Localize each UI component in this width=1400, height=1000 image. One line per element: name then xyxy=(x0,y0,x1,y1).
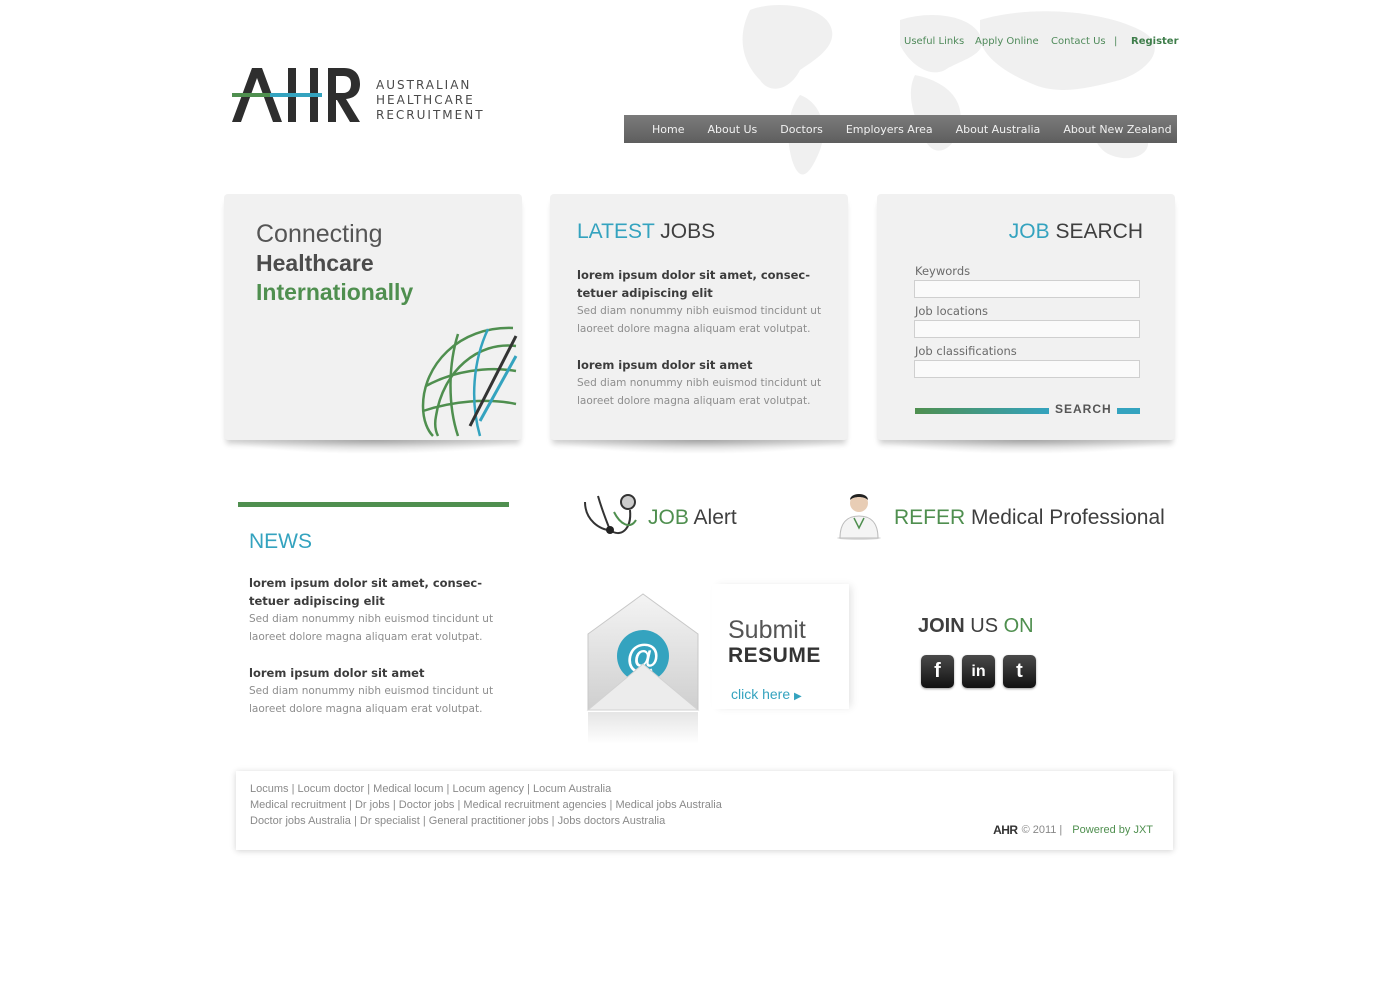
logo-line-2: HEALTHCARE xyxy=(376,93,475,107)
main-navigation: Home About Us Doctors Employers Area Abo… xyxy=(624,115,1177,143)
world-map-background xyxy=(742,5,1155,175)
news-item-1-body: Sed diam nonummy nibh euismod tincidunt … xyxy=(249,613,494,643)
nav-doctors[interactable]: Doctors xyxy=(780,123,823,136)
footer-link[interactable]: Medical recruitment xyxy=(250,799,346,811)
latest-jobs-panel: LATEST JOBS lorem ipsum dolor sit amet, … xyxy=(550,194,848,440)
news-top-bar xyxy=(238,502,509,507)
refer-dark: Medical Professional xyxy=(971,506,1165,529)
job-classifications-input[interactable] xyxy=(914,360,1140,378)
job-locations-input[interactable] xyxy=(914,320,1140,338)
footer: Locums | Locum doctor | Medical locum | … xyxy=(236,771,1173,850)
hero-line-connecting: Connecting xyxy=(256,220,383,248)
globe-icon xyxy=(421,326,518,437)
footer-link[interactable]: Locum doctor xyxy=(298,783,365,795)
resume-click-here-link[interactable]: click here ▶ xyxy=(731,686,802,702)
footer-link[interactable]: Locum Australia xyxy=(533,783,611,795)
news-item-2-body: Sed diam nonummy nibh euismod tincidunt … xyxy=(249,685,494,715)
footer-link[interactable]: Medical recruitment agencies xyxy=(463,799,606,811)
footer-link[interactable]: Doctor jobs Australia xyxy=(250,815,351,827)
footer-link[interactable]: General practitioner jobs xyxy=(429,815,549,827)
resume-submit-text: Submit xyxy=(728,616,806,644)
keywords-input[interactable] xyxy=(914,280,1140,298)
footer-links-line-2: Medical recruitment | Dr jobs | Doctor j… xyxy=(250,799,722,811)
logo-line-1: AUSTRALIAN xyxy=(376,78,472,92)
join-us-join: JOIN xyxy=(918,615,965,637)
nav-home[interactable]: Home xyxy=(652,123,684,136)
latest-job-1-body: Sed diam nonummy nibh euismod tincidunt … xyxy=(577,305,822,335)
hero-panel: Connecting Healthcare Internationally xyxy=(224,194,522,440)
nav-about-us[interactable]: About Us xyxy=(707,123,757,136)
footer-copyright: © 2011 | xyxy=(1021,824,1063,836)
nav-about-australia[interactable]: About Australia xyxy=(956,123,1041,136)
job-alert-accent: JOB xyxy=(648,506,689,529)
footer-link[interactable]: Locum agency xyxy=(452,783,524,795)
footer-credits: AHR © 2011 | Powered by JXT xyxy=(993,823,1153,837)
latest-job-2-title[interactable]: lorem ipsum dolor sit amet xyxy=(577,356,817,374)
job-classifications-label: Job classifications xyxy=(915,344,1017,358)
footer-link[interactable]: Medical locum xyxy=(373,783,443,795)
facebook-icon[interactable]: f xyxy=(921,655,954,688)
latest-job-2-body: Sed diam nonummy nibh euismod tincidunt … xyxy=(577,377,822,407)
footer-link[interactable]: Doctor jobs xyxy=(399,799,455,811)
ahr-logo-mark xyxy=(232,68,360,122)
latest-jobs-title-accent: LATEST xyxy=(577,220,655,243)
news-title: NEWS xyxy=(249,530,312,553)
hero-line-internationally: Internationally xyxy=(256,279,414,305)
hero-line-healthcare: Healthcare xyxy=(256,250,374,276)
logo-text: AUSTRALIAN HEALTHCARE RECRUITMENT xyxy=(376,78,485,123)
powered-by-link[interactable]: Powered by JXT xyxy=(1072,824,1153,836)
search-button[interactable]: SEARCH xyxy=(1055,402,1112,416)
join-us-on: ON xyxy=(1003,615,1034,637)
footer-links-line-1: Locums | Locum doctor | Medical locum | … xyxy=(250,783,612,795)
join-us-title: JOIN US ON xyxy=(918,615,1034,638)
job-search-title-accent: JOB xyxy=(1008,220,1050,243)
ahr-logo[interactable]: AUSTRALIAN HEALTHCARE RECRUITMENT xyxy=(232,66,485,126)
footer-link[interactable]: Locums xyxy=(250,783,289,795)
useful-links-link[interactable]: Useful Links xyxy=(904,36,964,47)
job-alert-dark: Alert xyxy=(693,506,737,529)
twitter-icon[interactable]: t xyxy=(1003,655,1036,688)
latest-jobs-title: LATEST JOBS xyxy=(577,220,715,244)
doctor-icon[interactable] xyxy=(834,488,884,540)
job-alert-title[interactable]: JOB Alert xyxy=(648,506,737,530)
stethoscope-icon[interactable] xyxy=(580,490,642,542)
news-item-1-title[interactable]: lorem ipsum dolor sit amet, consec-tetue… xyxy=(249,574,489,610)
footer-ahr-logo: AHR xyxy=(993,823,1018,837)
job-search-title-dark: SEARCH xyxy=(1055,220,1143,243)
submit-resume-card[interactable]: Submit RESUME click here ▶ xyxy=(712,584,849,709)
nav-employers-area[interactable]: Employers Area xyxy=(846,123,933,136)
footer-links-line-3: Doctor jobs Australia | Dr specialist | … xyxy=(250,815,666,827)
resume-resume-text: RESUME xyxy=(728,644,821,667)
email-envelope-icon[interactable]: @ xyxy=(586,592,700,752)
linkedin-icon[interactable]: in xyxy=(962,655,995,688)
refer-accent: REFER xyxy=(894,506,966,529)
footer-link[interactable]: Dr jobs xyxy=(355,799,390,811)
join-us-us: US xyxy=(970,615,999,637)
register-link[interactable]: Register xyxy=(1131,36,1179,47)
news-item-2-title[interactable]: lorem ipsum dolor sit amet xyxy=(249,664,489,682)
top-links: Useful Links Apply Online Contact Us | R… xyxy=(900,36,1180,52)
resume-click-here-label: click here xyxy=(731,686,791,702)
job-locations-label: Job locations xyxy=(915,304,989,318)
job-search-panel: JOB SEARCH Keywords Job locations Job cl… xyxy=(877,194,1175,440)
latest-jobs-title-dark: JOBS xyxy=(660,220,716,243)
hero-panel-shadow xyxy=(224,440,522,454)
play-arrow-icon: ▶ xyxy=(794,691,802,702)
refer-title[interactable]: REFER Medical Professional xyxy=(894,506,1165,530)
job-search-title: JOB SEARCH xyxy=(1009,220,1143,244)
nav-about-new-zealand[interactable]: About New Zealand xyxy=(1063,123,1171,136)
footer-link[interactable]: Dr specialist xyxy=(360,815,420,827)
job-search-panel-shadow xyxy=(877,440,1175,454)
footer-link[interactable]: Medical jobs Australia xyxy=(615,799,721,811)
latest-job-1-title[interactable]: lorem ipsum dolor sit amet, consec-tetue… xyxy=(577,266,817,302)
latest-jobs-panel-shadow xyxy=(550,440,848,454)
keywords-label: Keywords xyxy=(915,264,971,278)
footer-link[interactable]: Jobs doctors Australia xyxy=(558,815,666,827)
apply-online-link[interactable]: Apply Online xyxy=(975,36,1039,47)
contact-us-link[interactable]: Contact Us xyxy=(1051,36,1106,47)
logo-line-3: RECRUITMENT xyxy=(376,108,485,122)
top-links-separator: | xyxy=(1114,36,1118,47)
